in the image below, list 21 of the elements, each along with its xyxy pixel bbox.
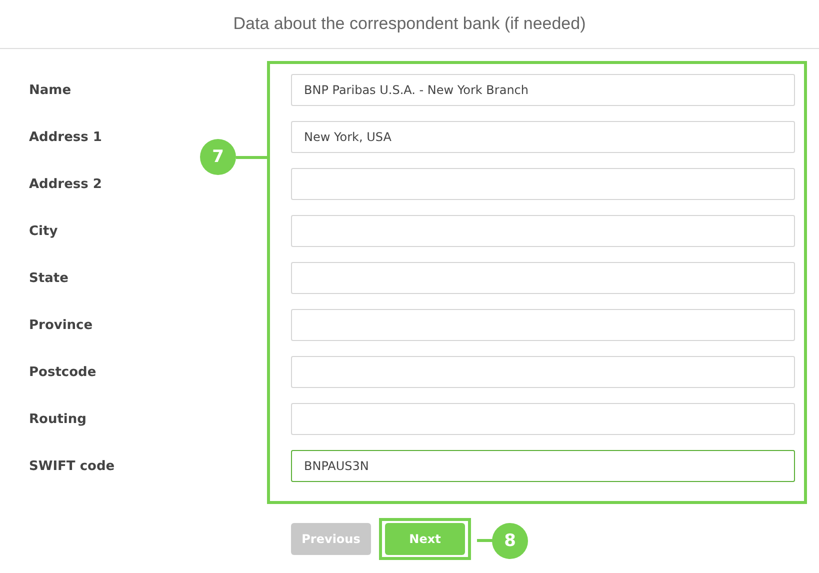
input-field[interactable] <box>291 309 795 341</box>
field-label: Name <box>29 82 72 98</box>
field-label: Province <box>29 318 93 332</box>
input-field[interactable] <box>291 356 795 388</box>
field-label: Routing <box>29 412 86 426</box>
input-field[interactable]: BNPAUS3N <box>291 450 795 482</box>
section-title: Data about the correspondent bank (if needed) <box>233 14 586 34</box>
field-label: SWIFT code <box>29 458 115 474</box>
field-label: State <box>29 270 68 286</box>
field-label: Address 1 <box>29 130 102 144</box>
field-label: City <box>29 224 58 238</box>
callout-badge: 7 <box>200 139 236 175</box>
input-field[interactable] <box>291 262 795 294</box>
input-field[interactable] <box>291 215 795 247</box>
callout-badge: 8 <box>492 523 528 559</box>
input-field[interactable]: New York, USA <box>291 121 795 153</box>
input-field[interactable]: BNP Paribas U.S.A. - New York Branch <box>291 74 795 106</box>
field-label: Address 2 <box>29 176 102 192</box>
input-field[interactable] <box>291 403 795 435</box>
field-label: Postcode <box>29 364 96 380</box>
input-field[interactable] <box>291 168 795 200</box>
